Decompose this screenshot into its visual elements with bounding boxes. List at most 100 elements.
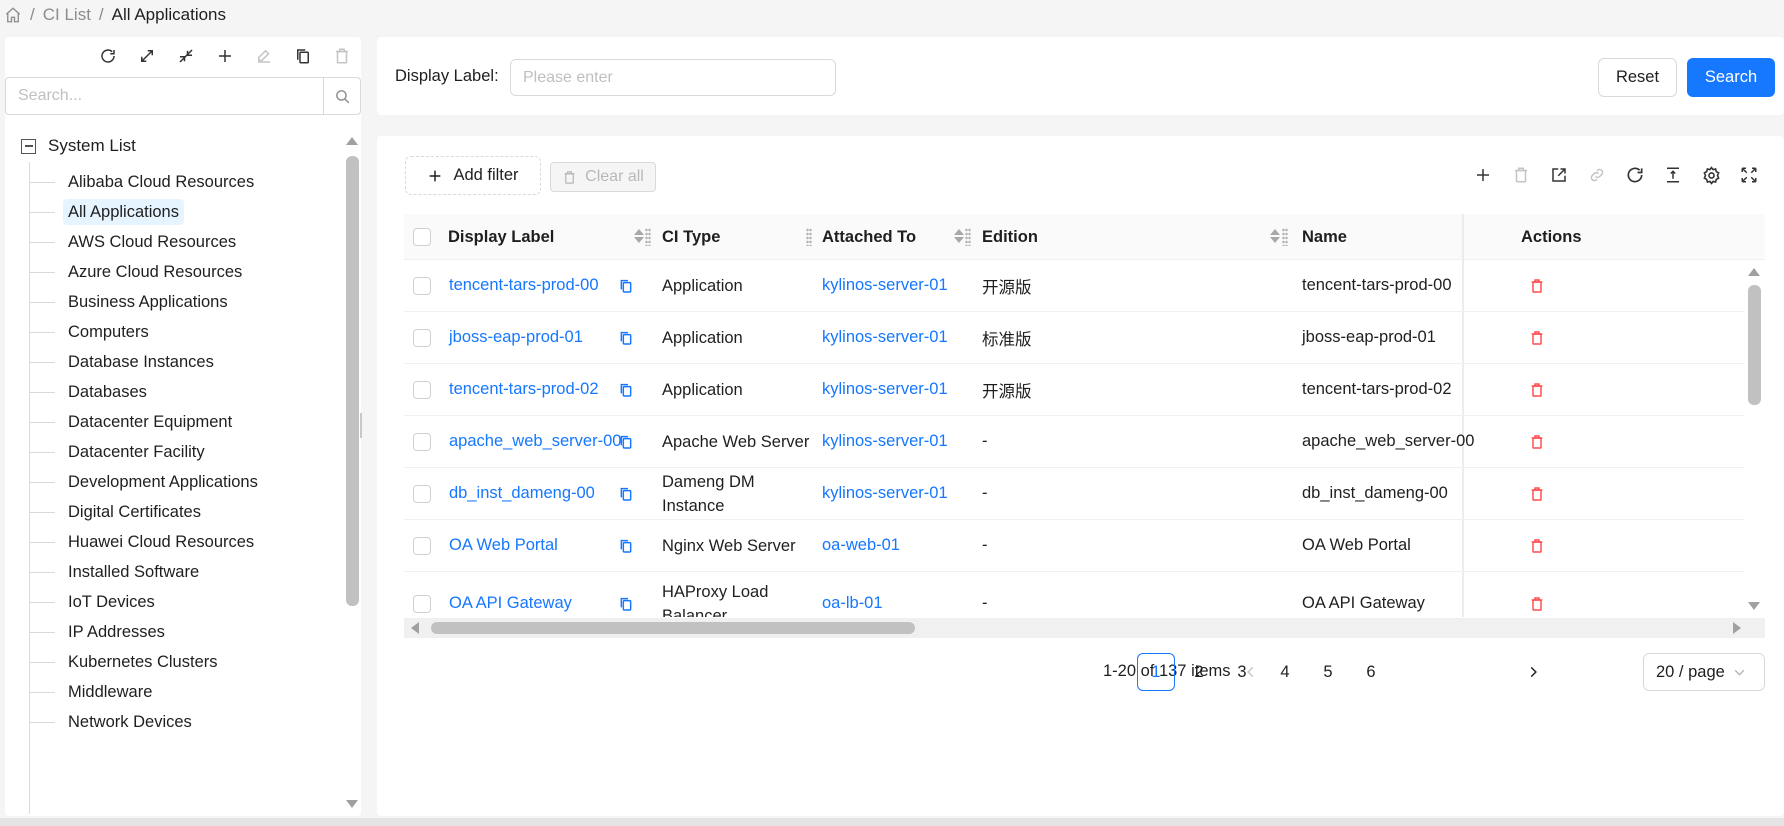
tree-item[interactable]: Database Instances (29, 347, 219, 377)
table-row[interactable]: tencent-tars-prod-02 Application kylinos-s… (404, 364, 1744, 416)
column-header-edition[interactable]: Edition (982, 214, 1038, 260)
display-label-link[interactable]: jboss-eap-prod-01 (449, 312, 583, 363)
row-checkbox[interactable] (413, 572, 431, 617)
page-5-button[interactable]: 5 (1309, 653, 1347, 691)
tree-item[interactable]: IoT Devices (29, 587, 160, 617)
delete-icon[interactable] (1529, 312, 1545, 363)
search-icon[interactable] (323, 78, 360, 114)
tree-item[interactable]: Digital Certificates (29, 497, 206, 527)
attached-to-link[interactable]: oa-web-01 (822, 520, 900, 571)
row-checkbox[interactable] (413, 468, 431, 519)
tree-item[interactable]: IP Addresses (29, 617, 170, 647)
display-label-link[interactable]: tencent-tars-prod-00 (449, 260, 599, 311)
page-size-select[interactable]: 20 / page (1643, 653, 1765, 691)
scrollbar-thumb[interactable] (1748, 285, 1761, 405)
scroll-up-icon[interactable] (1748, 268, 1760, 276)
column-header-attached-to[interactable]: Attached To (822, 214, 916, 260)
tree-item[interactable]: Network Devices (29, 707, 197, 737)
tree-root[interactable]: System List (21, 136, 136, 156)
copy-icon[interactable] (618, 520, 634, 571)
display-label-input[interactable] (510, 59, 836, 96)
column-header-display-label[interactable]: Display Label (448, 214, 554, 260)
attached-to-link[interactable]: kylinos-server-01 (822, 260, 948, 311)
plus-icon[interactable] (1472, 164, 1494, 186)
collapse-square-icon[interactable] (21, 138, 36, 154)
column-resize-handle[interactable] (645, 228, 651, 246)
copy-icon[interactable] (618, 416, 634, 467)
plus-icon[interactable] (214, 45, 236, 67)
copy-icon[interactable] (292, 45, 314, 67)
attached-to-link[interactable]: kylinos-server-01 (822, 364, 948, 415)
panel-resize-handle[interactable] (360, 413, 362, 438)
next-page-button[interactable] (1514, 653, 1552, 691)
copy-icon[interactable] (618, 312, 634, 363)
column-resize-handle[interactable] (806, 228, 812, 246)
scrollbar-thumb[interactable] (431, 622, 915, 634)
table-horizontal-scrollbar[interactable] (404, 618, 1765, 638)
display-label-link[interactable]: OA API Gateway (449, 572, 572, 617)
table-row[interactable]: db_inst_dameng-00 Dameng DM Instance kylin… (404, 468, 1744, 520)
attached-to-link[interactable]: kylinos-server-01 (822, 312, 948, 363)
edit-icon[interactable] (253, 45, 275, 67)
home-icon[interactable] (4, 6, 22, 24)
delete-icon[interactable] (1529, 416, 1545, 467)
reset-button[interactable]: Reset (1598, 58, 1677, 97)
tree-item[interactable]: Huawei Cloud Resources (29, 527, 259, 557)
scroll-right-icon[interactable] (1733, 622, 1741, 634)
link-icon[interactable] (1586, 164, 1608, 186)
delete-icon[interactable] (1529, 260, 1545, 311)
row-checkbox[interactable] (413, 416, 431, 467)
export-icon[interactable] (1548, 164, 1570, 186)
tree-item[interactable]: Computers (29, 317, 154, 347)
scroll-down-icon[interactable] (1748, 602, 1760, 610)
copy-icon[interactable] (618, 468, 634, 519)
collapse-icon[interactable] (175, 45, 197, 67)
scroll-down-icon[interactable] (346, 800, 358, 808)
refresh-icon[interactable] (97, 45, 119, 67)
tree-item[interactable]: Datacenter Facility (29, 437, 210, 467)
tree-item[interactable]: Alibaba Cloud Resources (29, 167, 259, 197)
page-3-button[interactable]: 3 (1223, 653, 1261, 691)
row-checkbox[interactable] (413, 364, 431, 415)
tree-search-input[interactable] (6, 78, 323, 114)
expand-icon[interactable] (136, 45, 158, 67)
attached-to-link[interactable]: kylinos-server-01 (822, 416, 948, 467)
sort-icon[interactable] (1270, 229, 1280, 243)
tree-item[interactable]: Databases (29, 377, 152, 407)
select-all-checkbox[interactable] (413, 214, 431, 260)
copy-icon[interactable] (618, 364, 634, 415)
sort-icon[interactable] (954, 229, 964, 243)
column-resize-handle[interactable] (1282, 228, 1288, 246)
table-row[interactable]: apache_web_server-00 Apache Web Server kyl… (404, 416, 1744, 468)
fullscreen-icon[interactable] (1738, 164, 1760, 186)
column-height-icon[interactable] (1662, 164, 1684, 186)
row-checkbox[interactable] (413, 312, 431, 363)
trash-icon[interactable] (1510, 164, 1532, 186)
delete-icon[interactable] (1529, 572, 1545, 617)
page-6-button[interactable]: 6 (1352, 653, 1390, 691)
table-row[interactable]: tencent-tars-prod-00 Application kylinos-s… (404, 260, 1744, 312)
attached-to-link[interactable]: kylinos-server-01 (822, 468, 948, 519)
table-row[interactable]: OA API Gateway HAProxy Load Balancer oa-lb… (404, 572, 1744, 617)
page-2-button[interactable]: 2 (1180, 653, 1218, 691)
tree-item[interactable]: Datacenter Equipment (29, 407, 237, 437)
sort-icon[interactable] (634, 229, 644, 243)
scroll-left-icon[interactable] (411, 622, 419, 634)
copy-icon[interactable] (618, 572, 634, 617)
search-button[interactable]: Search (1687, 58, 1775, 97)
column-header-name[interactable]: Name (1302, 214, 1347, 260)
clear-all-button[interactable]: Clear all (550, 162, 656, 192)
scrollbar-thumb[interactable] (346, 156, 359, 606)
row-checkbox[interactable] (413, 520, 431, 571)
add-filter-button[interactable]: Add filter (405, 156, 541, 195)
display-label-link[interactable]: tencent-tars-prod-02 (449, 364, 599, 415)
table-row[interactable]: jboss-eap-prod-01 Application kylinos-serv… (404, 312, 1744, 364)
row-checkbox[interactable] (413, 260, 431, 311)
breadcrumb-ci-list[interactable]: CI List (43, 5, 91, 25)
tree-item[interactable]: All Applications (29, 197, 184, 227)
tree-item[interactable]: Development Applications (29, 467, 263, 497)
tree-item[interactable]: Business Applications (29, 287, 233, 317)
delete-icon[interactable] (1529, 468, 1545, 519)
tree-item[interactable]: Azure Cloud Resources (29, 257, 247, 287)
tree-item[interactable]: Kubernetes Clusters (29, 647, 223, 677)
